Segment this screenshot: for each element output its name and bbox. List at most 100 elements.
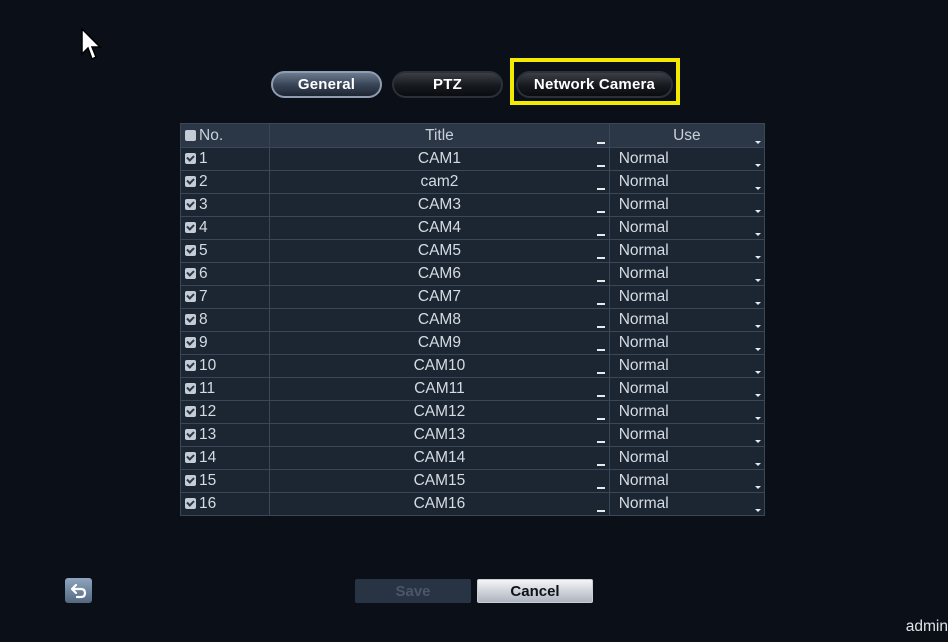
row-no-cell[interactable]: 3 [179, 193, 271, 217]
table-row[interactable]: 12 CAM12 Normal [179, 400, 766, 424]
use-dropdown[interactable]: Normal [608, 469, 766, 493]
use-dropdown[interactable]: Normal [608, 262, 766, 286]
row-no-cell[interactable]: 9 [179, 331, 271, 355]
row-checkbox[interactable] [185, 153, 196, 164]
camera-title-field[interactable]: CAM7 [269, 285, 610, 309]
row-checkbox[interactable] [185, 222, 196, 233]
camera-title-text: CAM13 [413, 426, 466, 443]
row-no-cell[interactable]: 14 [179, 446, 271, 470]
row-checkbox[interactable] [185, 291, 196, 302]
dropdown-arrow-icon [755, 325, 761, 328]
tab-general[interactable]: General [271, 71, 382, 98]
row-no-cell[interactable]: 11 [179, 377, 271, 401]
use-dropdown[interactable]: Normal [608, 331, 766, 355]
row-no-cell[interactable]: 12 [179, 400, 271, 424]
row-no-cell[interactable]: 10 [179, 354, 271, 378]
camera-title-field[interactable]: CAM10 [269, 354, 610, 378]
use-dropdown[interactable]: Normal [608, 354, 766, 378]
row-no-cell[interactable]: 13 [179, 423, 271, 447]
use-dropdown[interactable]: Normal [608, 446, 766, 470]
table-row[interactable]: 14 CAM14 Normal [179, 446, 766, 470]
row-no-cell[interactable]: 8 [179, 308, 271, 332]
camera-title-field[interactable]: CAM4 [269, 216, 610, 240]
camera-title-text: CAM1 [417, 150, 461, 167]
use-dropdown[interactable]: Normal [608, 170, 766, 194]
table-row[interactable]: 16 CAM16 Normal [179, 492, 766, 516]
row-no-cell[interactable]: 7 [179, 285, 271, 309]
use-value: Normal [618, 265, 669, 282]
row-checkbox[interactable] [185, 314, 196, 325]
row-no-cell[interactable]: 2 [179, 170, 271, 194]
row-checkbox[interactable] [185, 199, 196, 210]
camera-title-field[interactable]: CAM13 [269, 423, 610, 447]
edit-marker-icon [596, 441, 605, 443]
select-all-checkbox[interactable] [185, 129, 196, 141]
row-no-cell[interactable]: 4 [179, 216, 271, 240]
camera-title-field[interactable]: CAM11 [269, 377, 610, 401]
use-dropdown[interactable]: Normal [608, 423, 766, 447]
table-row[interactable]: 1 CAM1 Normal [179, 147, 766, 171]
table-row[interactable]: 2 cam2 Normal [179, 170, 766, 194]
row-no-cell[interactable]: 15 [179, 469, 271, 493]
row-checkbox[interactable] [185, 176, 196, 187]
use-dropdown[interactable]: Normal [608, 193, 766, 217]
row-checkbox[interactable] [185, 360, 196, 371]
row-checkbox[interactable] [185, 337, 196, 348]
camera-title-field[interactable]: CAM16 [269, 492, 610, 516]
save-button[interactable]: Save [355, 579, 471, 603]
table-row[interactable]: 13 CAM13 Normal [179, 423, 766, 447]
camera-title-field[interactable]: CAM12 [269, 400, 610, 424]
table-row[interactable]: 7 CAM7 Normal [179, 285, 766, 309]
camera-title-field[interactable]: CAM8 [269, 308, 610, 332]
camera-title-field[interactable]: CAM1 [269, 147, 610, 171]
use-dropdown[interactable]: Normal [608, 285, 766, 309]
table-row[interactable]: 9 CAM9 Normal [179, 331, 766, 355]
camera-title-text: CAM9 [417, 334, 461, 351]
row-checkbox[interactable] [185, 383, 196, 394]
tab-network-camera[interactable]: Network Camera [516, 71, 673, 98]
camera-title-field[interactable]: CAM14 [269, 446, 610, 470]
use-dropdown[interactable]: Normal [608, 216, 766, 240]
camera-title-field[interactable]: CAM15 [269, 469, 610, 493]
table-row[interactable]: 3 CAM3 Normal [179, 193, 766, 217]
row-checkbox[interactable] [185, 406, 196, 417]
camera-title-field[interactable]: CAM9 [269, 331, 610, 355]
camera-title-field[interactable]: CAM3 [269, 193, 610, 217]
camera-title-field[interactable]: cam2 [269, 170, 610, 194]
row-no-cell[interactable]: 16 [179, 492, 271, 516]
header-no[interactable]: No. [179, 123, 271, 148]
row-no-cell[interactable]: 6 [179, 262, 271, 286]
row-checkbox[interactable] [185, 475, 196, 486]
table-row[interactable]: 8 CAM8 Normal [179, 308, 766, 332]
row-checkbox[interactable] [185, 429, 196, 440]
camera-title-field[interactable]: CAM6 [269, 262, 610, 286]
use-dropdown[interactable]: Normal [608, 377, 766, 401]
use-dropdown[interactable]: Normal [608, 492, 766, 516]
table-row[interactable]: 4 CAM4 Normal [179, 216, 766, 240]
row-checkbox[interactable] [185, 498, 196, 509]
row-no-cell[interactable]: 5 [179, 239, 271, 263]
row-checkbox[interactable] [185, 245, 196, 256]
dropdown-arrow-icon [755, 371, 761, 374]
camera-title-field[interactable]: CAM5 [269, 239, 610, 263]
dropdown-arrow-icon [755, 509, 761, 512]
row-no-cell[interactable]: 1 [179, 147, 271, 171]
table-row[interactable]: 11 CAM11 Normal [179, 377, 766, 401]
table-row[interactable]: 10 CAM10 Normal [179, 354, 766, 378]
use-dropdown[interactable]: Normal [608, 400, 766, 424]
row-number: 7 [199, 288, 208, 305]
row-checkbox[interactable] [185, 452, 196, 463]
dropdown-arrow-icon [755, 394, 761, 397]
table-row[interactable]: 15 CAM15 Normal [179, 469, 766, 493]
use-dropdown[interactable]: Normal [608, 239, 766, 263]
use-dropdown[interactable]: Normal [608, 308, 766, 332]
tab-ptz[interactable]: PTZ [392, 71, 503, 98]
cancel-button[interactable]: Cancel [477, 579, 593, 603]
back-button[interactable] [65, 578, 92, 603]
table-row[interactable]: 5 CAM5 Normal [179, 239, 766, 263]
table-row[interactable]: 6 CAM6 Normal [179, 262, 766, 286]
use-dropdown[interactable]: Normal [608, 147, 766, 171]
use-value: Normal [618, 242, 669, 259]
row-checkbox[interactable] [185, 268, 196, 279]
use-value: Normal [618, 403, 669, 420]
